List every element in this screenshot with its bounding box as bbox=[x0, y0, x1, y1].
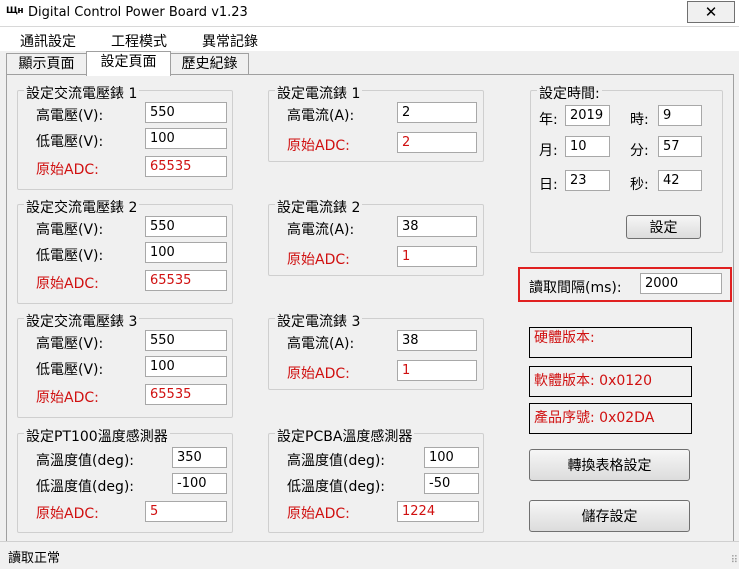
tab-display[interactable]: 顯示頁面 bbox=[6, 53, 87, 75]
product-serial-box: 產品序號: 0x02DA bbox=[529, 403, 692, 434]
current-meter-2-adc-label: 原始ADC: bbox=[287, 252, 350, 268]
menu-engineering-mode[interactable]: 工程模式 bbox=[111, 31, 167, 51]
read-interval-label: 讀取間隔(ms): bbox=[529, 280, 622, 296]
ac-meter-3-low-input[interactable]: 100 bbox=[145, 356, 227, 377]
current-meter-3-high-label: 高電流(A): bbox=[287, 336, 355, 352]
ac-meter-2-title: 設定交流電壓錶 2 bbox=[24, 197, 140, 217]
time-title: 設定時間: bbox=[537, 83, 602, 103]
pcba-low-input[interactable]: -50 bbox=[424, 473, 479, 494]
ac-meter-3-adc-label: 原始ADC: bbox=[36, 390, 99, 406]
hardware-version-box: 硬體版本: bbox=[529, 327, 692, 358]
day-input[interactable]: 23 bbox=[565, 170, 610, 191]
pcba-adc-label: 原始ADC: bbox=[287, 506, 350, 522]
ac-meter-1-low-input[interactable]: 100 bbox=[145, 128, 227, 149]
pcba-low-label: 低溫度值(deg): bbox=[287, 479, 386, 495]
current-meter-3-title: 設定電流錶 3 bbox=[275, 311, 363, 331]
ac-meter-1-adc-label: 原始ADC: bbox=[36, 162, 99, 178]
ac-meter-3-high-label: 高電壓(V): bbox=[36, 336, 104, 352]
year-label: 年: bbox=[539, 112, 558, 128]
tab-history[interactable]: 歷史紀錄 bbox=[170, 53, 249, 75]
menu-communication-settings[interactable]: 通訊設定 bbox=[20, 31, 76, 51]
current-meter-1-adc-value: 2 bbox=[397, 132, 477, 153]
ac-meter-1-title: 設定交流電壓錶 1 bbox=[24, 83, 140, 103]
status-bar: 讀取正常 ⠿ bbox=[0, 541, 739, 569]
current-meter-3-adc-label: 原始ADC: bbox=[287, 366, 350, 382]
ac-meter-2-adc-value: 65535 bbox=[145, 270, 227, 291]
ac-meter-1-high-label: 高電壓(V): bbox=[36, 108, 104, 124]
menu-error-log[interactable]: 異常記錄 bbox=[202, 31, 258, 51]
ac-meter-3-adc-value: 65535 bbox=[145, 384, 227, 405]
pt100-low-label: 低溫度值(deg): bbox=[36, 479, 135, 495]
ac-meter-1-adc-value: 65535 bbox=[145, 156, 227, 177]
set-time-button[interactable]: 設定 bbox=[626, 215, 701, 239]
resize-grip-icon[interactable]: ⠿ bbox=[731, 555, 738, 566]
pcba-adc-value: 1224 bbox=[397, 501, 479, 522]
status-text: 讀取正常 bbox=[8, 551, 61, 566]
current-meter-2-title: 設定電流錶 2 bbox=[275, 197, 363, 217]
ac-meter-2-adc-label: 原始ADC: bbox=[36, 276, 99, 292]
day-label: 日: bbox=[539, 177, 558, 193]
hour-label: 時: bbox=[630, 112, 649, 128]
pt100-high-input[interactable]: 350 bbox=[172, 447, 227, 468]
minute-label: 分: bbox=[630, 143, 649, 159]
ac-meter-1-low-label: 低電壓(V): bbox=[36, 134, 104, 150]
save-settings-button[interactable]: 儲存設定 bbox=[529, 500, 690, 532]
close-icon: ✕ bbox=[704, 3, 718, 21]
ac-meter-2-low-label: 低電壓(V): bbox=[36, 248, 104, 264]
pt100-adc-value: 5 bbox=[145, 501, 227, 522]
month-label: 月: bbox=[539, 143, 558, 159]
current-meter-1-adc-label: 原始ADC: bbox=[287, 138, 350, 154]
pcba-high-label: 高溫度值(deg): bbox=[287, 453, 386, 469]
current-meter-1-high-label: 高電流(A): bbox=[287, 108, 355, 124]
pt100-adc-label: 原始ADC: bbox=[36, 506, 99, 522]
month-input[interactable]: 10 bbox=[565, 136, 610, 157]
second-label: 秒: bbox=[630, 177, 649, 193]
ac-meter-2-high-input[interactable]: 550 bbox=[145, 216, 227, 237]
read-interval-input[interactable]: 2000 bbox=[640, 273, 722, 294]
ac-meter-3-title: 設定交流電壓錶 3 bbox=[24, 311, 140, 331]
minute-input[interactable]: 57 bbox=[658, 136, 702, 157]
current-meter-1-title: 設定電流錶 1 bbox=[275, 83, 363, 103]
ac-meter-3-high-input[interactable]: 550 bbox=[145, 330, 227, 351]
current-meter-3-adc-value: 1 bbox=[397, 360, 477, 381]
app-icon: Щн bbox=[6, 6, 24, 16]
convert-table-settings-button[interactable]: 轉換表格設定 bbox=[529, 449, 690, 481]
window-title: Digital Control Power Board v1.23 bbox=[28, 5, 248, 20]
pt100-high-label: 高溫度值(deg): bbox=[36, 453, 135, 469]
year-input[interactable]: 2019 bbox=[565, 105, 610, 126]
current-meter-2-high-input[interactable]: 38 bbox=[397, 216, 477, 237]
ac-meter-2-high-label: 高電壓(V): bbox=[36, 222, 104, 238]
hour-input[interactable]: 9 bbox=[658, 105, 702, 126]
current-meter-2-adc-value: 1 bbox=[397, 246, 477, 267]
current-meter-2-high-label: 高電流(A): bbox=[287, 222, 355, 238]
pcba-title: 設定PCBA溫度感測器 bbox=[275, 426, 415, 446]
menu-bar: 通訊設定 工程模式 異常記錄 bbox=[0, 27, 739, 51]
current-meter-1-high-input[interactable]: 2 bbox=[397, 102, 477, 123]
title-bar: Щн Digital Control Power Board v1.23 ✕ bbox=[0, 0, 739, 27]
second-input[interactable]: 42 bbox=[658, 170, 702, 191]
close-button[interactable]: ✕ bbox=[687, 1, 735, 23]
ac-meter-2-low-input[interactable]: 100 bbox=[145, 242, 227, 263]
tab-settings[interactable]: 設定頁面 bbox=[86, 51, 171, 76]
software-version-box: 軟體版本: 0x0120 bbox=[529, 366, 692, 397]
pt100-low-input[interactable]: -100 bbox=[172, 473, 227, 494]
pcba-high-input[interactable]: 100 bbox=[424, 447, 479, 468]
current-meter-3-high-input[interactable]: 38 bbox=[397, 330, 477, 351]
ac-meter-3-low-label: 低電壓(V): bbox=[36, 362, 104, 378]
pt100-title: 設定PT100溫度感測器 bbox=[24, 426, 170, 446]
ac-meter-1-high-input[interactable]: 550 bbox=[145, 102, 227, 123]
